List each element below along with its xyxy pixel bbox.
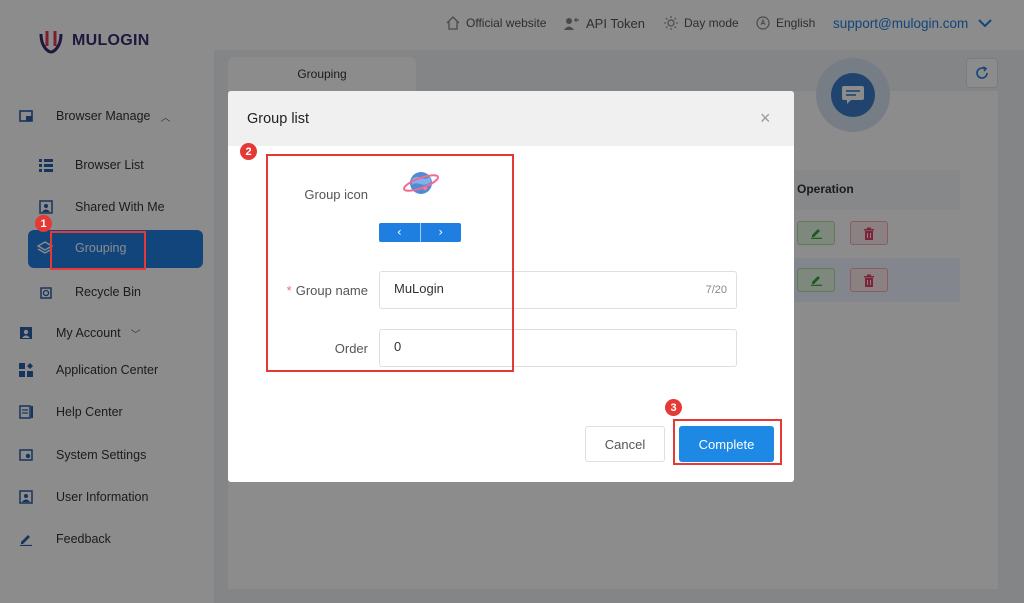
highlight-box-grouping [50, 231, 146, 270]
highlight-box-form [266, 154, 514, 372]
step-badge-2: 2 [240, 143, 257, 160]
highlight-box-complete [673, 419, 782, 465]
group-name-char-count: 7/20 [705, 284, 727, 296]
dialog-title: Group list [247, 111, 310, 127]
step-badge-3: 3 [665, 399, 682, 416]
close-icon[interactable]: × [760, 109, 771, 127]
dialog-header: Group list × [228, 91, 794, 146]
step-badge-1: 1 [35, 215, 52, 232]
cancel-button[interactable]: Cancel [585, 426, 665, 462]
